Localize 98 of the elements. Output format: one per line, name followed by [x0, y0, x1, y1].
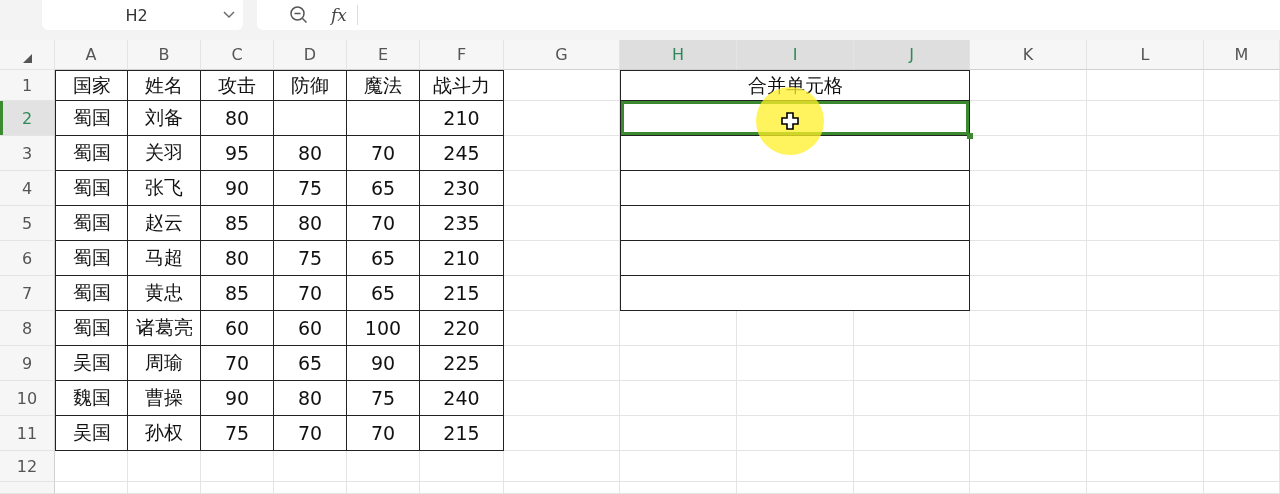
table-cell: 张飞: [128, 171, 201, 206]
column-header[interactable]: K: [970, 40, 1087, 70]
table-cell: 诸葛亮: [128, 311, 201, 346]
name-box[interactable]: H2: [42, 0, 243, 30]
merged-cell[interactable]: [620, 276, 970, 311]
chevron-down-icon[interactable]: [223, 11, 235, 19]
column-header[interactable]: E: [347, 40, 420, 70]
table-cell: 蜀国: [55, 311, 128, 346]
row-header[interactable]: 10: [0, 381, 55, 416]
table-cell: 60: [201, 311, 274, 346]
column-header[interactable]: A: [55, 40, 128, 70]
table-cell: 80: [201, 101, 274, 136]
table-cell: 65: [347, 171, 420, 206]
table-cell: 85: [201, 276, 274, 311]
column-title: 防御: [274, 70, 347, 101]
column-header[interactable]: B: [128, 40, 201, 70]
cell-reference: H2: [124, 5, 149, 25]
table-cell: 225: [420, 346, 504, 381]
table-cell: 周瑜: [128, 346, 201, 381]
row-header[interactable]: 4: [0, 171, 55, 206]
column-title: 国家: [55, 70, 128, 101]
column-header[interactable]: L: [1087, 40, 1204, 70]
table-cell: 蜀国: [55, 241, 128, 276]
table-cell: 95: [201, 136, 274, 171]
table-cell: 90: [347, 346, 420, 381]
table-cell: 魏国: [55, 381, 128, 416]
corner-header[interactable]: [0, 40, 55, 70]
table-cell: 蜀国: [55, 171, 128, 206]
table-cell: 75: [347, 381, 420, 416]
table-cell: 蜀国: [55, 101, 128, 136]
table-cell: 245: [420, 136, 504, 171]
table-cell: 75: [274, 241, 347, 276]
table-cell: 80: [274, 206, 347, 241]
column-title: 魔法: [347, 70, 420, 101]
table-cell: 90: [201, 381, 274, 416]
zoom-out-icon[interactable]: [289, 5, 309, 25]
select-all-icon[interactable]: [22, 54, 32, 63]
table-cell: 75: [201, 416, 274, 451]
table-cell: 215: [420, 276, 504, 311]
column-header[interactable]: G: [504, 40, 620, 70]
table-cell: 孙权: [128, 416, 201, 451]
row-header[interactable]: 1: [0, 70, 55, 101]
cross-cursor-icon: [781, 112, 799, 130]
row-header[interactable]: 11: [0, 416, 55, 451]
merged-cell[interactable]: [620, 206, 970, 241]
row-header[interactable]: 12: [0, 451, 55, 482]
column-title: 攻击: [201, 70, 274, 101]
row-header[interactable]: 9: [0, 346, 55, 381]
table-cell: 80: [274, 381, 347, 416]
merged-cell[interactable]: [620, 136, 970, 171]
row-header[interactable]: 5: [0, 206, 55, 241]
function-button[interactable]: fx: [331, 5, 358, 25]
table-cell: 210: [420, 101, 504, 136]
table-cell: 70: [347, 206, 420, 241]
table-cell: 80: [274, 136, 347, 171]
table-cell: 85: [201, 206, 274, 241]
merged-cell[interactable]: [620, 241, 970, 276]
table-cell: 75: [274, 171, 347, 206]
table-cell: 220: [420, 311, 504, 346]
table-cell: 65: [347, 241, 420, 276]
table-cell: 蜀国: [55, 276, 128, 311]
table-cell: 吴国: [55, 346, 128, 381]
table-cell: 70: [347, 136, 420, 171]
table-cell: 关羽: [128, 136, 201, 171]
row-header[interactable]: 7: [0, 276, 55, 311]
table-cell: 215: [420, 416, 504, 451]
merged-cell[interactable]: [620, 171, 970, 206]
row-header[interactable]: 6: [0, 241, 55, 276]
table-cell: 黄忠: [128, 276, 201, 311]
table-cell: 蜀国: [55, 206, 128, 241]
table-cell: 70: [201, 346, 274, 381]
table-cell: 100: [347, 311, 420, 346]
table-cell: 刘备: [128, 101, 201, 136]
table-cell: 曹操: [128, 381, 201, 416]
column-header[interactable]: D: [274, 40, 347, 70]
table-cell: 70: [274, 416, 347, 451]
column-title: 战斗力: [420, 70, 504, 101]
row-header[interactable]: 3: [0, 136, 55, 171]
column-header[interactable]: F: [420, 40, 504, 70]
table-cell: 70: [347, 416, 420, 451]
table-cell: 65: [274, 346, 347, 381]
table-cell: 210: [420, 241, 504, 276]
table-cell: 90: [201, 171, 274, 206]
column-header[interactable]: C: [201, 40, 274, 70]
table-cell: 蜀国: [55, 136, 128, 171]
table-cell: 80: [201, 241, 274, 276]
table-cell: 65: [347, 276, 420, 311]
table-cell: 赵云: [128, 206, 201, 241]
table-cell: 70: [274, 276, 347, 311]
table-cell: 235: [420, 206, 504, 241]
row-header[interactable]: 8: [0, 311, 55, 346]
table-cell: 60: [274, 311, 347, 346]
table-cell: 马超: [128, 241, 201, 276]
column-title: 姓名: [128, 70, 201, 101]
column-header[interactable]: M: [1204, 40, 1280, 70]
table-cell: 吴国: [55, 416, 128, 451]
table-cell: 230: [420, 171, 504, 206]
table-cell: 240: [420, 381, 504, 416]
